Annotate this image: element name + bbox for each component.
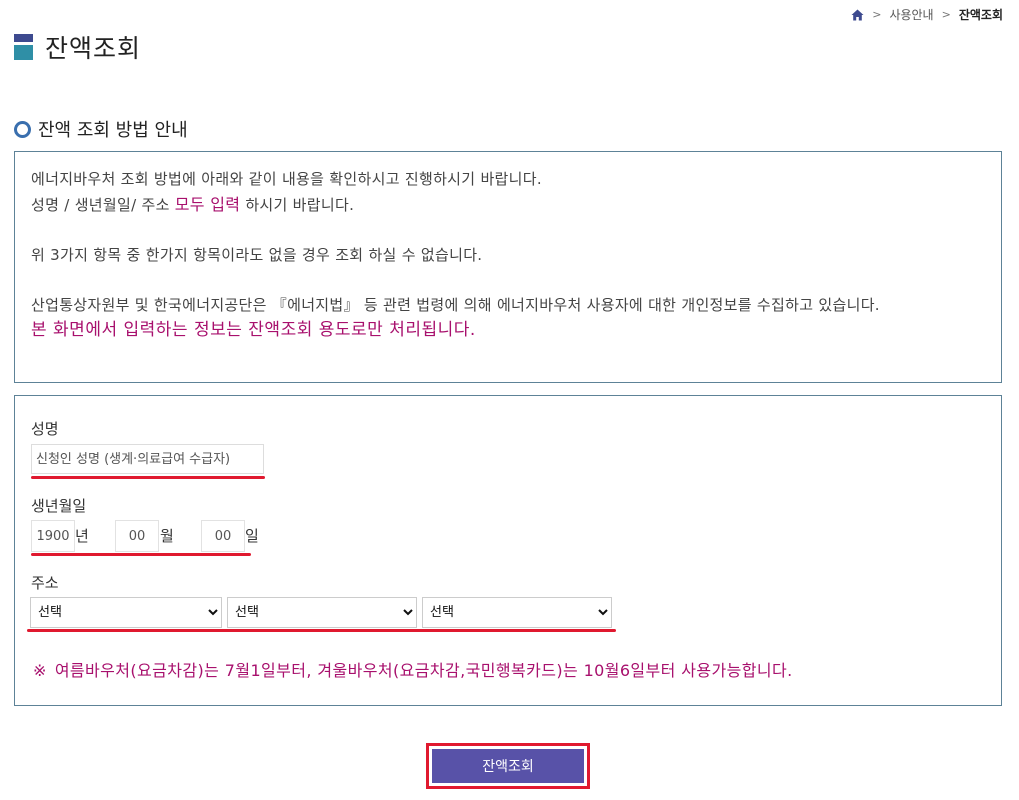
notice-mark-icon: ※ [33, 661, 47, 680]
balance-search-button[interactable]: 잔액조회 [432, 749, 584, 783]
birth-year-input[interactable] [31, 520, 75, 552]
day-unit: 일 [245, 527, 259, 545]
breadcrumb-item-guide[interactable]: 사용안내 [889, 6, 933, 23]
annotation-underline [27, 629, 616, 632]
year-unit: 년 [75, 527, 89, 545]
name-label: 성명 [31, 420, 59, 438]
section-header: 잔액 조회 방법 안내 [14, 116, 188, 142]
notice-text: 여름바우처(요금차감)는 7월1일부터, 겨울바우처(요금차감,국민행복카드)는… [54, 661, 793, 680]
breadcrumb-item-current: 잔액조회 [958, 8, 1003, 22]
name-input[interactable] [31, 444, 264, 474]
breadcrumb-separator: > [872, 8, 882, 21]
breadcrumb-separator: > [941, 8, 951, 21]
guide-highlight: 모두 입력 [174, 195, 241, 214]
birth-month-input[interactable] [115, 520, 159, 552]
month-unit: 월 [160, 527, 174, 545]
birth-label: 생년월일 [31, 497, 87, 515]
guide-line-4: 산업통상자원부 및 한국에너지공단은 『에너지법』 등 관련 법령에 의해 에너… [31, 296, 880, 314]
annotation-underline [31, 476, 265, 479]
annotation-underline [31, 553, 251, 556]
address-label: 주소 [31, 574, 59, 592]
address-select-province[interactable]: 선택 [30, 597, 222, 628]
guide-line-3: 위 3가지 항목 중 한가지 항목이라도 없을 경우 조회 하실 수 없습니다. [31, 246, 483, 264]
page-title: 잔액조회 [45, 34, 142, 63]
section-title: 잔액 조회 방법 안내 [38, 120, 188, 141]
address-select-city[interactable]: 선택 [227, 597, 417, 628]
annotation-box: 잔액조회 [426, 743, 590, 789]
birth-day-input[interactable] [201, 520, 245, 552]
title-mark-icon [14, 34, 33, 60]
guide-line-2: 성명 / 생년월일/ 주소 모두 입력 하시기 바랍니다. [31, 195, 355, 214]
notice: ※ 여름바우처(요금차감)는 7월1일부터, 겨울바우처(요금차감,국민행복카드)… [33, 657, 793, 681]
guide-line-1: 에너지바우처 조회 방법에 아래와 같이 내용을 확인하시고 진행하시기 바랍니… [31, 170, 542, 188]
guide-box: 에너지바우처 조회 방법에 아래와 같이 내용을 확인하시고 진행하시기 바랍니… [14, 151, 1002, 383]
breadcrumb: > 사용안내 > 잔액조회 [851, 6, 1003, 23]
guide-line-5: 본 화면에서 입력하는 정보는 잔액조회 용도로만 처리됩니다. [31, 320, 476, 340]
address-select-district[interactable]: 선택 [422, 597, 612, 628]
home-icon[interactable] [851, 9, 864, 21]
ring-bullet-icon [14, 120, 31, 138]
page-header: 잔액조회 [14, 29, 141, 65]
search-form: 성명 생년월일 년 월 일 주소 선택 선택 선택 ※ 여름바우처(요금차감)는 … [14, 395, 1002, 706]
